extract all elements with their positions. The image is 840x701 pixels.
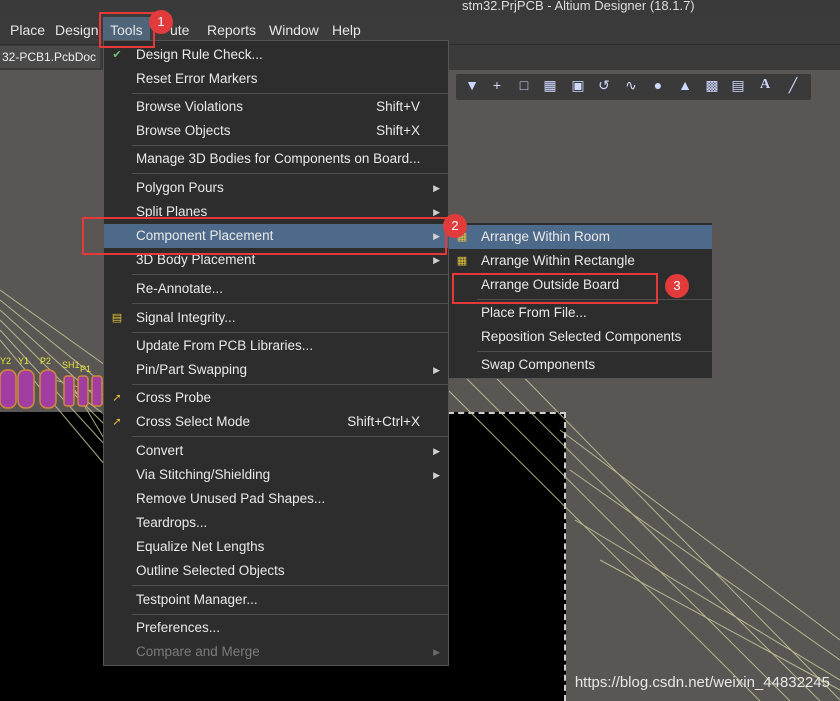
menu-item-arrange-within-rectangle[interactable]: ▦ Arrange Within Rectangle: [449, 249, 712, 273]
menu-item-cross-probe[interactable]: ➚ Cross Probe: [104, 386, 448, 410]
watermark: https://blog.csdn.net/weixin_44832245: [574, 674, 830, 691]
menu-item-preferences[interactable]: Preferences...: [104, 616, 448, 640]
submenu-arrow-icon: ▶: [433, 470, 440, 480]
callout-box-arrange-outside-board: [452, 273, 658, 304]
pcb-label: P2: [40, 356, 52, 366]
pcb-label: P1: [80, 364, 92, 374]
line-icon[interactable]: ╱: [785, 77, 801, 93]
menu-separator: [132, 93, 448, 94]
interactive-route-icon[interactable]: ∿: [623, 77, 639, 93]
dimension-icon[interactable]: ▤: [730, 77, 746, 93]
drc-icon: ✔: [112, 49, 122, 61]
menu-item-polygon-pours[interactable]: Polygon Pours ▶: [104, 176, 448, 200]
move-icon[interactable]: +: [489, 77, 505, 93]
menu-item-place-from-file[interactable]: Place From File...: [449, 301, 712, 325]
route-icon[interactable]: ↺: [596, 77, 612, 93]
filter-icon[interactable]: ▼: [464, 77, 480, 93]
menu-item-swap-components[interactable]: Swap Components: [449, 353, 712, 377]
callout-badge-2: 2: [443, 214, 467, 238]
callout-box-tools: [99, 12, 155, 48]
select-rect-icon[interactable]: □: [516, 77, 532, 93]
menu-item-design-rule-check[interactable]: ✔ Design Rule Check...: [104, 43, 448, 67]
menu-item-remove-unused-pad-shapes[interactable]: Remove Unused Pad Shapes...: [104, 487, 448, 511]
pcb-label: SH1: [62, 360, 80, 370]
menu-item-convert[interactable]: Convert ▶: [104, 439, 448, 463]
arrange-rectangle-icon: ▦: [456, 255, 468, 267]
cross-select-icon: ➚: [112, 416, 122, 428]
via-icon[interactable]: ●: [650, 77, 666, 93]
menu-separator: [132, 614, 448, 615]
menu-separator: [132, 585, 448, 586]
callout-badge-3: 3: [665, 274, 689, 298]
submenu-arrow-icon: ▶: [433, 647, 440, 657]
menu-item-pin-part-swapping[interactable]: Pin/Part Swapping ▶: [104, 358, 448, 382]
component-icon[interactable]: ▣: [570, 77, 586, 93]
menu-item-reset-error-markers[interactable]: Reset Error Markers: [104, 67, 448, 91]
menu-separator: [477, 351, 712, 352]
menu-separator: [132, 145, 448, 146]
signal-integrity-icon: ▤: [111, 312, 123, 324]
cross-probe-icon: ➚: [112, 392, 122, 404]
keepout-icon[interactable]: ▩: [704, 77, 720, 93]
pcb-label: Y2: [0, 356, 12, 366]
menu-item-compare-and-merge: Compare and Merge ▶: [104, 640, 448, 664]
menu-item-signal-integrity[interactable]: ▤ Signal Integrity...: [104, 306, 448, 330]
pcb-label: Y1: [18, 356, 30, 366]
tools-menu: ✔ Design Rule Check... Reset Error Marke…: [103, 40, 449, 666]
menu-item-manage-3d-bodies[interactable]: Manage 3D Bodies for Components on Board…: [104, 147, 448, 171]
align-icon[interactable]: ▦: [542, 77, 558, 93]
menu-item-browse-objects[interactable]: Browse Objects Shift+X: [104, 119, 448, 143]
menu-item-reposition-selected-components[interactable]: Reposition Selected Components: [449, 325, 712, 349]
menu-item-update-from-pcb-libraries[interactable]: Update From PCB Libraries...: [104, 334, 448, 358]
menu-item-testpoint-manager[interactable]: Testpoint Manager...: [104, 588, 448, 612]
menu-item-browse-violations[interactable]: Browse Violations Shift+V: [104, 95, 448, 119]
submenu-arrow-icon: ▶: [433, 446, 440, 456]
menu-item-teardrops[interactable]: Teardrops...: [104, 511, 448, 535]
menu-item-equalize-net-lengths[interactable]: Equalize Net Lengths: [104, 535, 448, 559]
menu-separator: [132, 332, 448, 333]
menu-separator: [132, 173, 448, 174]
callout-box-component-placement: [82, 217, 447, 255]
menu-separator: [132, 274, 448, 275]
text-icon[interactable]: A: [757, 77, 773, 93]
callout-badge-1: 1: [149, 10, 173, 34]
menu-separator: [132, 384, 448, 385]
submenu-arrow-icon: ▶: [433, 183, 440, 193]
menu-item-re-annotate[interactable]: Re-Annotate...: [104, 277, 448, 301]
polygon-icon[interactable]: ▲: [677, 77, 693, 93]
menu-item-outline-selected-objects[interactable]: Outline Selected Objects: [104, 559, 448, 583]
menu-separator: [132, 436, 448, 437]
menu-item-cross-select-mode[interactable]: ➚ Cross Select Mode Shift+Ctrl+X: [104, 410, 448, 434]
menu-separator: [132, 303, 448, 304]
menu-item-via-stitching[interactable]: Via Stitching/Shielding ▶: [104, 463, 448, 487]
menu-item-arrange-within-room[interactable]: ▦ Arrange Within Room: [449, 225, 712, 249]
submenu-arrow-icon: ▶: [433, 365, 440, 375]
active-bar-toolbar: ▼ + □ ▦ ▣ ↺ ∿ ● ▲ ▩ ▤ A ╱: [456, 74, 811, 100]
